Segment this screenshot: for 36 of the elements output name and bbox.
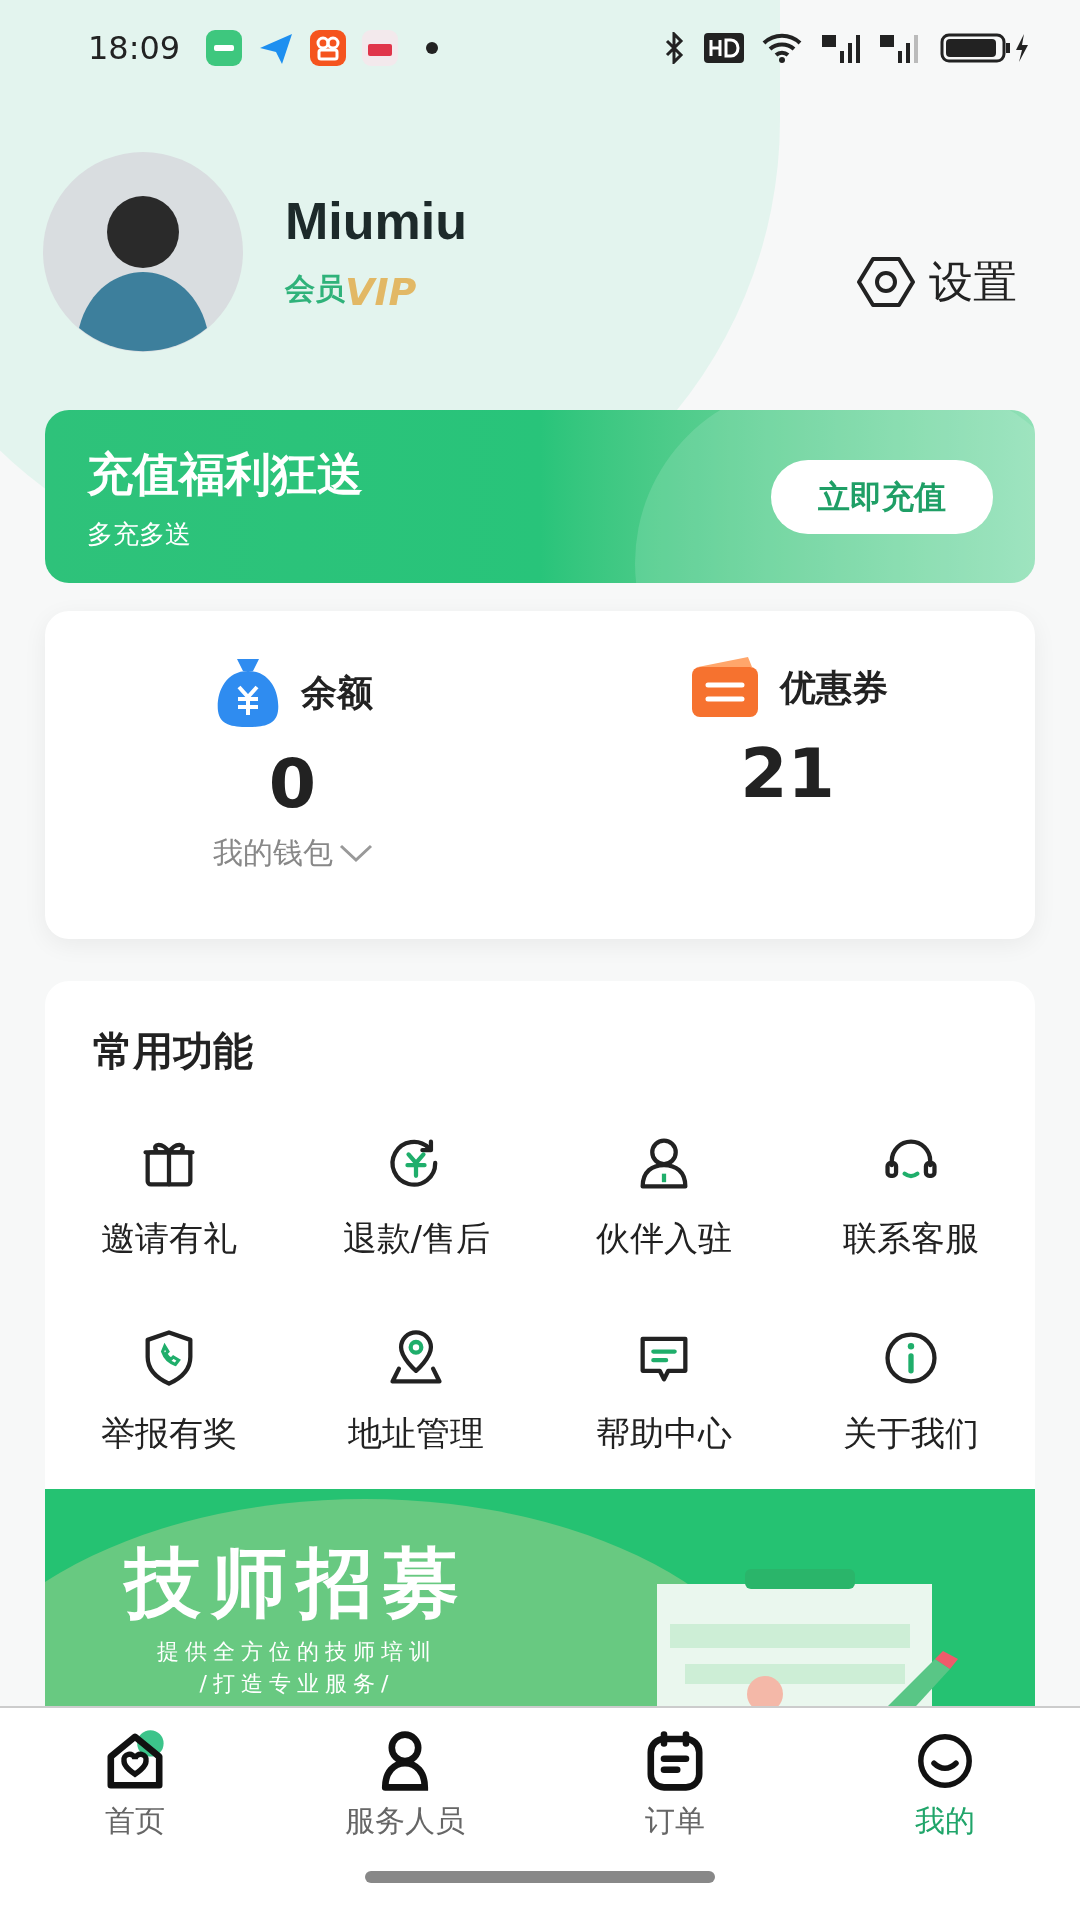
feature-item[interactable]: 伙伴入驻 — [540, 1131, 788, 1264]
app-icon — [310, 30, 347, 66]
recruit-subtitle: 提供全方位的技师培训 — [157, 1638, 437, 1666]
user-name: Miumiu — [285, 190, 468, 252]
chevron-down-icon — [338, 842, 373, 863]
wifi-icon — [762, 32, 802, 64]
promo-title: 充值福利狂送 — [87, 445, 364, 503]
feature-item[interactable]: 邀请有礼 — [45, 1131, 293, 1264]
settings-icon — [857, 256, 915, 308]
feature-item[interactable]: 关于我们 — [787, 1326, 1035, 1459]
promo-subtitle: 多充多送 — [87, 517, 192, 551]
nav-tab[interactable]: 服务人员 — [270, 1728, 540, 1843]
settings-button[interactable]: 设置 — [857, 249, 1017, 315]
wallet-link[interactable]: 我的钱包 — [212, 830, 373, 875]
bluetooth-icon — [664, 32, 684, 64]
wallet-value: 0 — [268, 743, 317, 825]
wallet-value: 21 — [740, 733, 835, 815]
wallet-label: 优惠券 — [779, 666, 888, 710]
feature-item[interactable]: 退款/售后 — [292, 1131, 540, 1264]
app-icon — [206, 30, 243, 66]
nav-tab[interactable]: 订单 — [540, 1728, 810, 1843]
hd-icon — [704, 33, 744, 63]
vip-label: VIP — [345, 272, 417, 311]
feature-item[interactable]: 地址管理 — [292, 1326, 540, 1459]
nav-tab[interactable]: 首页 — [0, 1728, 270, 1843]
recruit-title: 技师招募 — [125, 1545, 469, 1621]
notification-dot-icon — [426, 42, 439, 54]
app-icon — [362, 30, 399, 66]
member-label: 会员 — [285, 269, 345, 308]
feature-item[interactable]: 联系客服 — [787, 1131, 1035, 1264]
feature-item[interactable]: 举报有奖 — [45, 1326, 293, 1459]
section-title: 常用功能 — [92, 1027, 254, 1076]
recruit-tagline: /打造专业服务/ — [199, 1670, 395, 1698]
feature-item[interactable]: 帮助中心 — [540, 1326, 788, 1459]
wallet-label: 余额 — [300, 671, 373, 715]
status-time: 18:09 — [88, 28, 181, 69]
